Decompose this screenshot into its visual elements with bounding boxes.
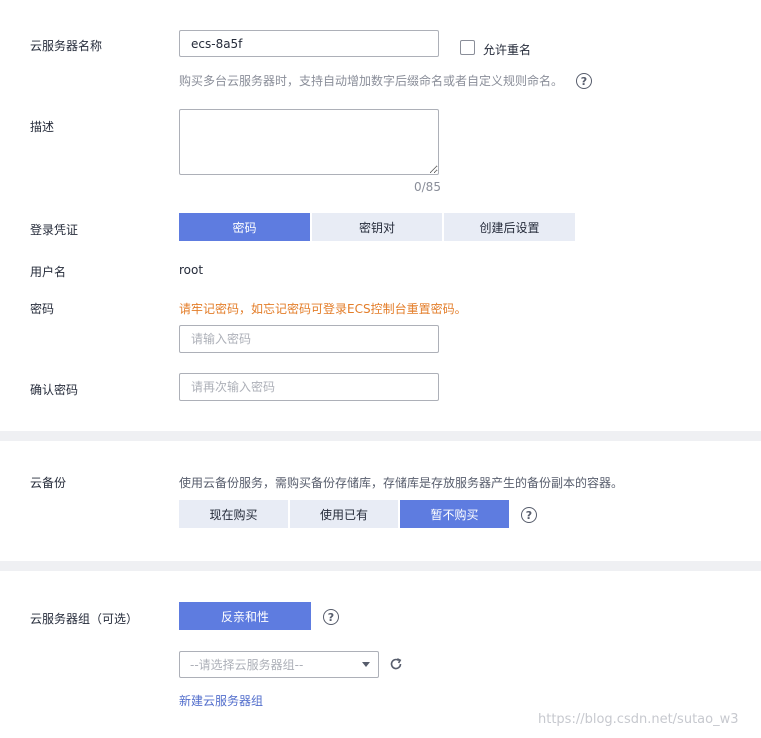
password-warning: 请牢记密码，如忘记密码可登录ECS控制台重置密码。 (179, 302, 467, 316)
allow-duplicate-checkbox[interactable] (460, 40, 475, 55)
username-label: 用户名 (30, 265, 67, 279)
cloud-backup-help-icon[interactable]: ? (521, 507, 537, 523)
confirm-password-label: 确认密码 (30, 383, 79, 397)
credential-option-password[interactable]: 密码 (179, 213, 310, 241)
username-value: root (179, 263, 204, 277)
cloud-backup-hint: 使用云备份服务，需购买备份存储库，存储库是存放服务器产生的备份副本的容器。 (179, 476, 624, 490)
server-group-select[interactable]: --请选择云服务器组-- (179, 651, 379, 678)
description-label: 描述 (30, 120, 55, 134)
server-name-help-icon[interactable]: ? (576, 73, 592, 89)
anti-affinity-button[interactable]: 反亲和性 (179, 602, 311, 630)
description-textarea[interactable] (179, 109, 439, 175)
cloud-backup-label: 云备份 (30, 476, 67, 490)
section-divider (0, 561, 761, 571)
refresh-icon[interactable] (389, 657, 403, 671)
credential-option-keypair[interactable]: 密钥对 (312, 213, 442, 241)
allow-duplicate-label: 允许重名 (483, 43, 532, 57)
description-counter: 0/85 (414, 180, 441, 194)
server-name-label: 云服务器名称 (30, 39, 103, 53)
server-name-input[interactable] (179, 30, 439, 57)
create-server-group-link[interactable]: 新建云服务器组 (179, 692, 263, 709)
server-group-select-placeholder: --请选择云服务器组-- (190, 658, 304, 672)
password-label: 密码 (30, 302, 55, 316)
server-group-help-icon[interactable]: ? (323, 609, 339, 625)
backup-option-skip[interactable]: 暂不购买 (400, 500, 509, 528)
backup-option-use-existing[interactable]: 使用已有 (290, 500, 398, 528)
server-name-hint: 购买多台云服务器时，支持自动增加数字后缀命名或者自定义规则命名。 (179, 74, 564, 88)
backup-option-buy-now[interactable]: 现在购买 (179, 500, 288, 528)
chevron-down-icon (362, 662, 370, 667)
section-divider (0, 431, 761, 441)
credential-label: 登录凭证 (30, 223, 79, 237)
password-input[interactable] (179, 325, 439, 353)
credential-option-set-later[interactable]: 创建后设置 (444, 213, 575, 241)
confirm-password-input[interactable] (179, 373, 439, 401)
watermark-text: https://blog.csdn.net/sutao_w3 (538, 712, 739, 727)
server-group-label: 云服务器组（可选） (30, 612, 139, 626)
